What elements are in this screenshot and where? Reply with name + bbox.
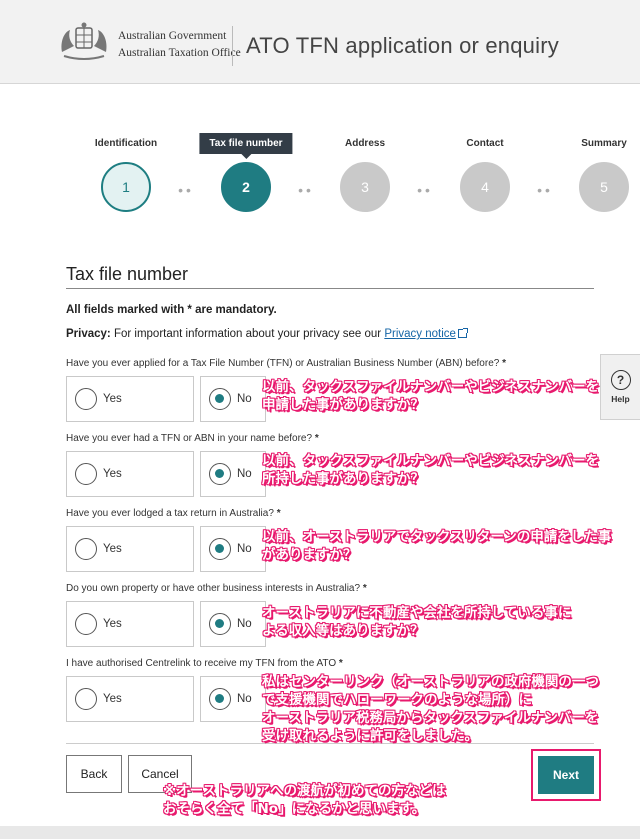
next-button[interactable]: Next [538, 756, 594, 794]
question-text: Have you ever lodged a tax return in Aus… [66, 508, 274, 519]
step-circle-1[interactable]: 1 [101, 162, 151, 212]
annotation-line: オーストラリアに不動産や会社を所持している事に [262, 605, 572, 621]
step-connector: •• [298, 182, 314, 198]
privacy-statement: Privacy: For important information about… [66, 328, 468, 340]
q3-no-option[interactable]: No [200, 526, 266, 572]
step-label-identification: Identification [94, 138, 158, 149]
back-button[interactable]: Back [66, 755, 122, 793]
mandatory-note: All fields marked with * are mandatory. [66, 304, 277, 316]
question-3: Have you ever lodged a tax return in Aus… [66, 508, 281, 519]
step-label-summary: Summary [581, 138, 627, 149]
site-header: Australian Government Australian Taxatio… [0, 0, 640, 84]
option-label: No [237, 693, 252, 705]
radio-checked-icon[interactable] [209, 463, 231, 485]
question-text: Have you ever applied for a Tax File Num… [66, 358, 500, 369]
q4-no-option[interactable]: No [200, 601, 266, 647]
annotation-q3: 以前、オーストラリアでタックスリターンの申請をした事 がありますか？ [262, 528, 611, 564]
step-circle-5: 5 [579, 162, 629, 212]
annotation-line: よる収入等はありますか？ [262, 623, 424, 639]
option-label: Yes [103, 393, 122, 405]
question-1: Have you ever applied for a Tax File Num… [66, 358, 506, 369]
q4-yes-option[interactable]: Yes [66, 601, 194, 647]
step-label-contact: Contact [466, 138, 504, 149]
required-star: * [502, 358, 507, 369]
step-label-tax-file-number: Tax file number [199, 133, 293, 159]
annotation-q4: オーストラリアに不動産や会社を所持している事に よる収入等はありますか？ [262, 604, 571, 640]
option-label: No [237, 543, 252, 555]
radio-checked-icon[interactable] [209, 388, 231, 410]
question-4: Do you own property or have other busine… [66, 583, 367, 594]
section-title: Tax file number [66, 264, 189, 284]
help-label: Help [611, 394, 630, 404]
question-5: I have authorised Centrelink to receive … [66, 658, 343, 669]
annotation-line: ※オーストラリアへの渡航が初めての方などは [163, 783, 446, 799]
radio-checked-icon[interactable] [209, 538, 231, 560]
q2-no-option[interactable]: No [200, 451, 266, 497]
section-divider [66, 288, 594, 289]
help-icon: ? [610, 370, 631, 390]
page-bottom-bar [0, 826, 640, 839]
header-divider [232, 26, 233, 66]
annotation-q2: 以前、タックスファイルナンバーやビジネスナンバーを 所持した事がありますか？ [262, 452, 599, 488]
step-connector: •• [537, 182, 553, 198]
step-circle-2: 2 [221, 162, 271, 212]
required-star: * [276, 508, 281, 519]
option-label: Yes [103, 543, 122, 555]
annotation-bottom-note: ※オーストラリアへの渡航が初めての方などは おそらく全て「No」になるかと思いま… [163, 782, 445, 818]
question-text: Have you ever had a TFN or ABN in your n… [66, 433, 313, 444]
annotation-line: で支援機関でハローワークのような場所）に [262, 692, 532, 708]
required-star: * [338, 658, 343, 669]
option-label: Yes [103, 693, 122, 705]
radio-unchecked-icon[interactable] [75, 613, 97, 635]
step-label-address: Address [344, 138, 386, 149]
question-text: Do you own property or have other busine… [66, 583, 361, 594]
annotation-line: 以前、オーストラリアでタックスリターンの申請をした事 [262, 529, 612, 545]
annotation-line: 受け取れるように許可をしました。 [262, 728, 478, 744]
q1-yes-option[interactable]: Yes [66, 376, 194, 422]
q2-yes-option[interactable]: Yes [66, 451, 194, 497]
required-star: * [362, 583, 367, 594]
question-text: I have authorised Centrelink to receive … [66, 658, 337, 669]
help-tab[interactable]: ? Help [600, 354, 640, 420]
radio-unchecked-icon[interactable] [75, 538, 97, 560]
annotation-line: がありますか？ [262, 547, 357, 563]
step-connector: •• [417, 182, 433, 198]
q5-no-option[interactable]: No [200, 676, 266, 722]
annotation-q1: 以前、タックスファイルナンバーやビジネスナンバーを 申請した事がありますか？ [262, 378, 599, 414]
radio-unchecked-icon[interactable] [75, 388, 97, 410]
q3-yes-option[interactable]: Yes [66, 526, 194, 572]
privacy-label: Privacy: [66, 328, 111, 340]
gov-name-line2: Australian Taxation Office [118, 47, 241, 59]
coat-of-arms-icon [61, 22, 107, 60]
annotation-line: 所持した事がありますか？ [262, 471, 424, 487]
radio-checked-icon[interactable] [209, 688, 231, 710]
privacy-text: For important information about your pri… [110, 328, 385, 340]
required-star: * [314, 433, 319, 444]
q1-no-option[interactable]: No [200, 376, 266, 422]
option-label: Yes [103, 618, 122, 630]
option-label: Yes [103, 468, 122, 480]
annotation-q5: 私はセンターリンク（オーストラリアの政府機関の一つ で支援機関でハローワークのよ… [262, 673, 599, 745]
radio-checked-icon[interactable] [209, 613, 231, 635]
step-circle-3: 3 [340, 162, 390, 212]
app-title: ATO TFN application or enquiry [246, 33, 559, 58]
radio-unchecked-icon[interactable] [75, 463, 97, 485]
q5-yes-option[interactable]: Yes [66, 676, 194, 722]
external-link-icon [457, 328, 468, 338]
option-label: No [237, 468, 252, 480]
annotation-line: おそらく全て「No」になるかと思います。 [163, 801, 426, 817]
option-label: No [237, 393, 252, 405]
annotation-line: 以前、タックスファイルナンバーやビジネスナンバーを [262, 379, 600, 395]
annotation-line: 以前、タックスファイルナンバーやビジネスナンバーを [262, 453, 600, 469]
step-circle-4: 4 [460, 162, 510, 212]
annotation-line: オーストラリア税務局からタックスファイルナンバーを [262, 710, 599, 726]
option-label: No [237, 618, 252, 630]
gov-name-line1: Australian Government [118, 30, 227, 42]
step-connector: •• [178, 182, 194, 198]
privacy-notice-link[interactable]: Privacy notice [384, 328, 456, 340]
annotation-line: 私はセンターリンク（オーストラリアの政府機関の一つ [262, 674, 599, 690]
annotation-line: 申請した事がありますか？ [262, 397, 424, 413]
radio-unchecked-icon[interactable] [75, 688, 97, 710]
question-2: Have you ever had a TFN or ABN in your n… [66, 433, 319, 444]
